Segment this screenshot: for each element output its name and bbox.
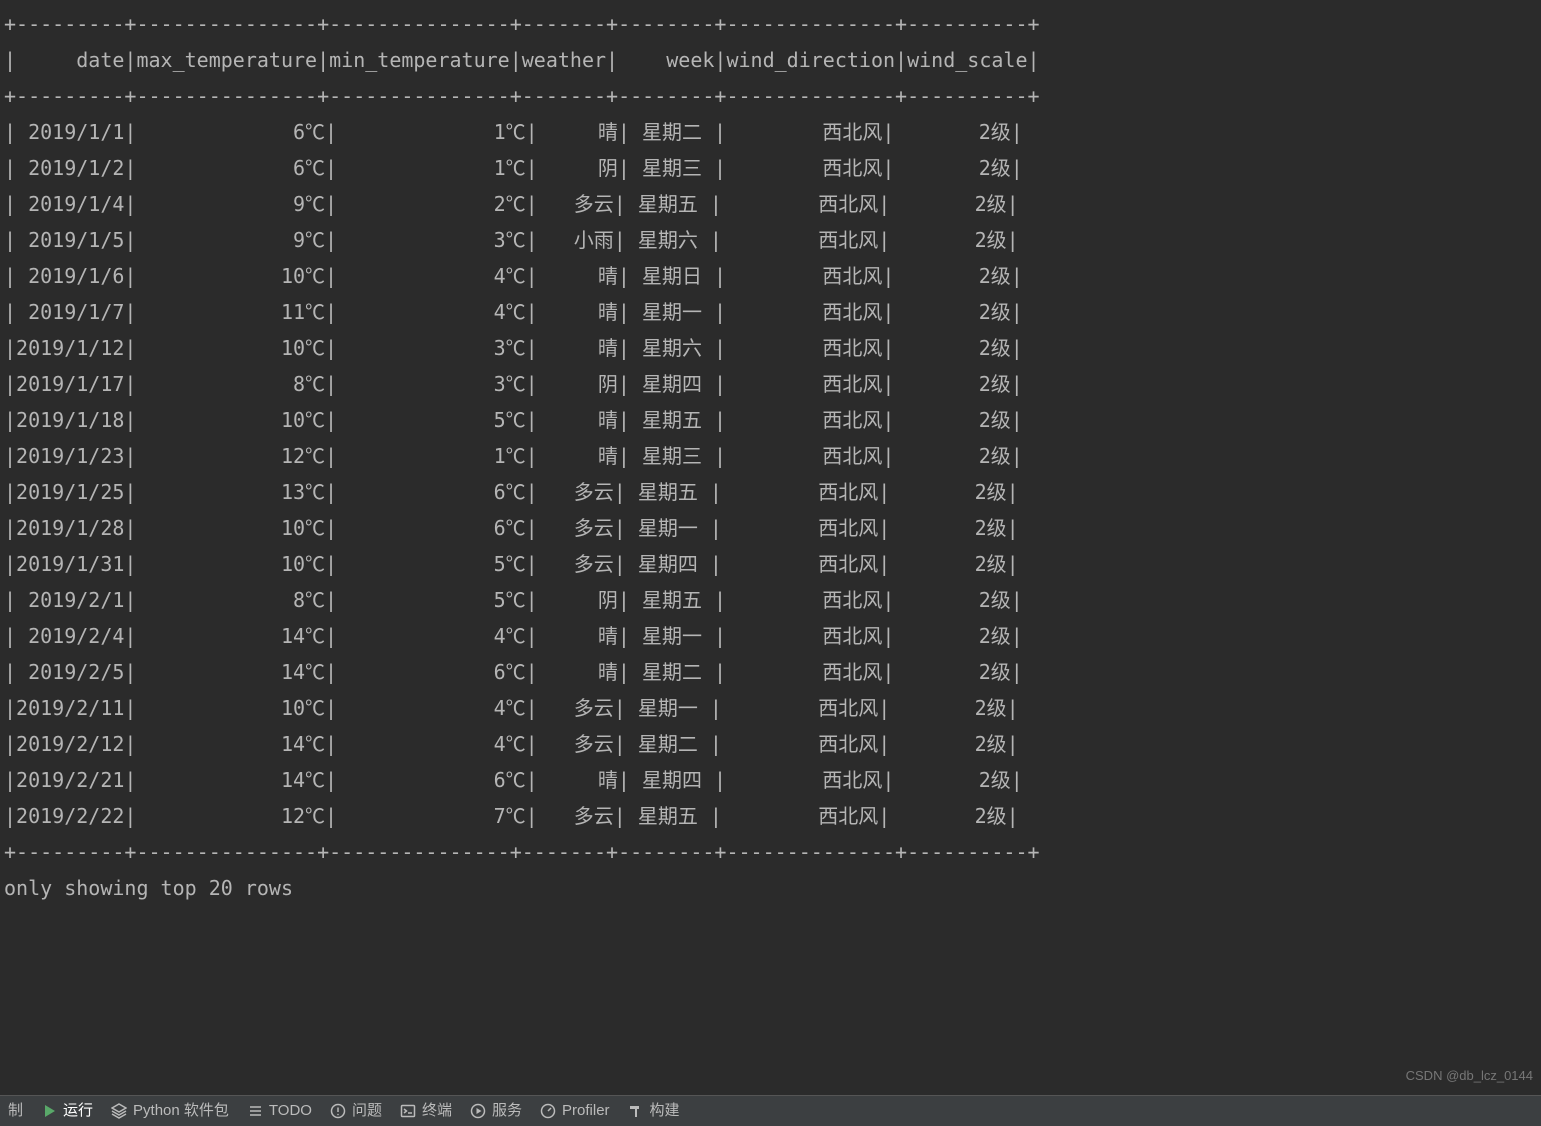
toolbar-item-4[interactable]: 问题	[330, 1096, 382, 1126]
console-line: | date|max_temperature|min_temperature|w…	[4, 42, 1541, 78]
output-console: +---------+---------------+-------------…	[0, 0, 1541, 906]
console-line: | 2019/1/1| 6℃| 1℃| 晴| 星期二 | 西北风| 2级|	[4, 114, 1541, 150]
list-icon	[247, 1103, 263, 1119]
toolbar-item-6[interactable]: 服务	[470, 1096, 522, 1126]
console-line: | 2019/1/5| 9℃| 3℃| 小雨| 星期六 | 西北风| 2级|	[4, 222, 1541, 258]
console-line: |2019/1/31| 10℃| 5℃| 多云| 星期四 | 西北风| 2级|	[4, 546, 1541, 582]
console-line: |2019/2/21| 14℃| 6℃| 晴| 星期四 | 西北风| 2级|	[4, 762, 1541, 798]
console-line: |2019/2/22| 12℃| 7℃| 多云| 星期五 | 西北风| 2级|	[4, 798, 1541, 834]
toolbar-item-label: Python 软件包	[133, 1096, 229, 1126]
toolbar-item-label: Profiler	[562, 1096, 610, 1126]
console-line: |2019/1/28| 10℃| 6℃| 多云| 星期一 | 西北风| 2级|	[4, 510, 1541, 546]
toolbar-item-5[interactable]: 终端	[400, 1096, 452, 1126]
toolbar-item-3[interactable]: TODO	[247, 1096, 312, 1126]
console-line: only showing top 20 rows	[4, 870, 1541, 906]
toolbar-item-7[interactable]: Profiler	[540, 1096, 610, 1126]
toolbar-item-label: TODO	[269, 1096, 312, 1126]
console-line: |2019/1/25| 13℃| 6℃| 多云| 星期五 | 西北风| 2级|	[4, 474, 1541, 510]
toolbar-item-label: 终端	[422, 1096, 452, 1126]
gauge-icon	[540, 1103, 556, 1119]
play-icon	[41, 1103, 57, 1119]
stack-icon	[111, 1103, 127, 1119]
console-line: +---------+---------------+-------------…	[4, 6, 1541, 42]
alert-icon	[330, 1103, 346, 1119]
console-line: | 2019/1/2| 6℃| 1℃| 阴| 星期三 | 西北风| 2级|	[4, 150, 1541, 186]
toolbar-item-label: 运行	[63, 1096, 93, 1126]
toolbar-item-0[interactable]: 制	[8, 1096, 23, 1126]
console-line: | 2019/2/5| 14℃| 6℃| 晴| 星期二 | 西北风| 2级|	[4, 654, 1541, 690]
toolbar-item-1[interactable]: 运行	[41, 1096, 93, 1126]
console-line: |2019/1/17| 8℃| 3℃| 阴| 星期四 | 西北风| 2级|	[4, 366, 1541, 402]
toolbar-item-label: 制	[8, 1096, 23, 1126]
play-circle-icon	[470, 1103, 486, 1119]
watermark: CSDN @db_lcz_0144	[1406, 1058, 1533, 1094]
toolbar-item-label: 问题	[352, 1096, 382, 1126]
toolbar-item-label: 服务	[492, 1096, 522, 1126]
toolbar-item-8[interactable]: 构建	[628, 1096, 680, 1126]
console-line: |2019/1/18| 10℃| 5℃| 晴| 星期五 | 西北风| 2级|	[4, 402, 1541, 438]
bottom-toolbar: 制 运行 Python 软件包 TODO 问题 终端 服务 Profiler 构建	[0, 1095, 1541, 1126]
hammer-icon	[628, 1103, 644, 1119]
console-line: | 2019/2/1| 8℃| 5℃| 阴| 星期五 | 西北风| 2级|	[4, 582, 1541, 618]
console-line: |2019/2/12| 14℃| 4℃| 多云| 星期二 | 西北风| 2级|	[4, 726, 1541, 762]
console-line: |2019/1/23| 12℃| 1℃| 晴| 星期三 | 西北风| 2级|	[4, 438, 1541, 474]
console-line: +---------+---------------+-------------…	[4, 78, 1541, 114]
terminal-icon	[400, 1103, 416, 1119]
console-line: |2019/2/11| 10℃| 4℃| 多云| 星期一 | 西北风| 2级|	[4, 690, 1541, 726]
console-line: | 2019/2/4| 14℃| 4℃| 晴| 星期一 | 西北风| 2级|	[4, 618, 1541, 654]
toolbar-item-2[interactable]: Python 软件包	[111, 1096, 229, 1126]
console-line: | 2019/1/7| 11℃| 4℃| 晴| 星期一 | 西北风| 2级|	[4, 294, 1541, 330]
toolbar-item-label: 构建	[650, 1096, 680, 1126]
console-line: | 2019/1/4| 9℃| 2℃| 多云| 星期五 | 西北风| 2级|	[4, 186, 1541, 222]
console-line: +---------+---------------+-------------…	[4, 834, 1541, 870]
console-line: | 2019/1/6| 10℃| 4℃| 晴| 星期日 | 西北风| 2级|	[4, 258, 1541, 294]
console-line: |2019/1/12| 10℃| 3℃| 晴| 星期六 | 西北风| 2级|	[4, 330, 1541, 366]
